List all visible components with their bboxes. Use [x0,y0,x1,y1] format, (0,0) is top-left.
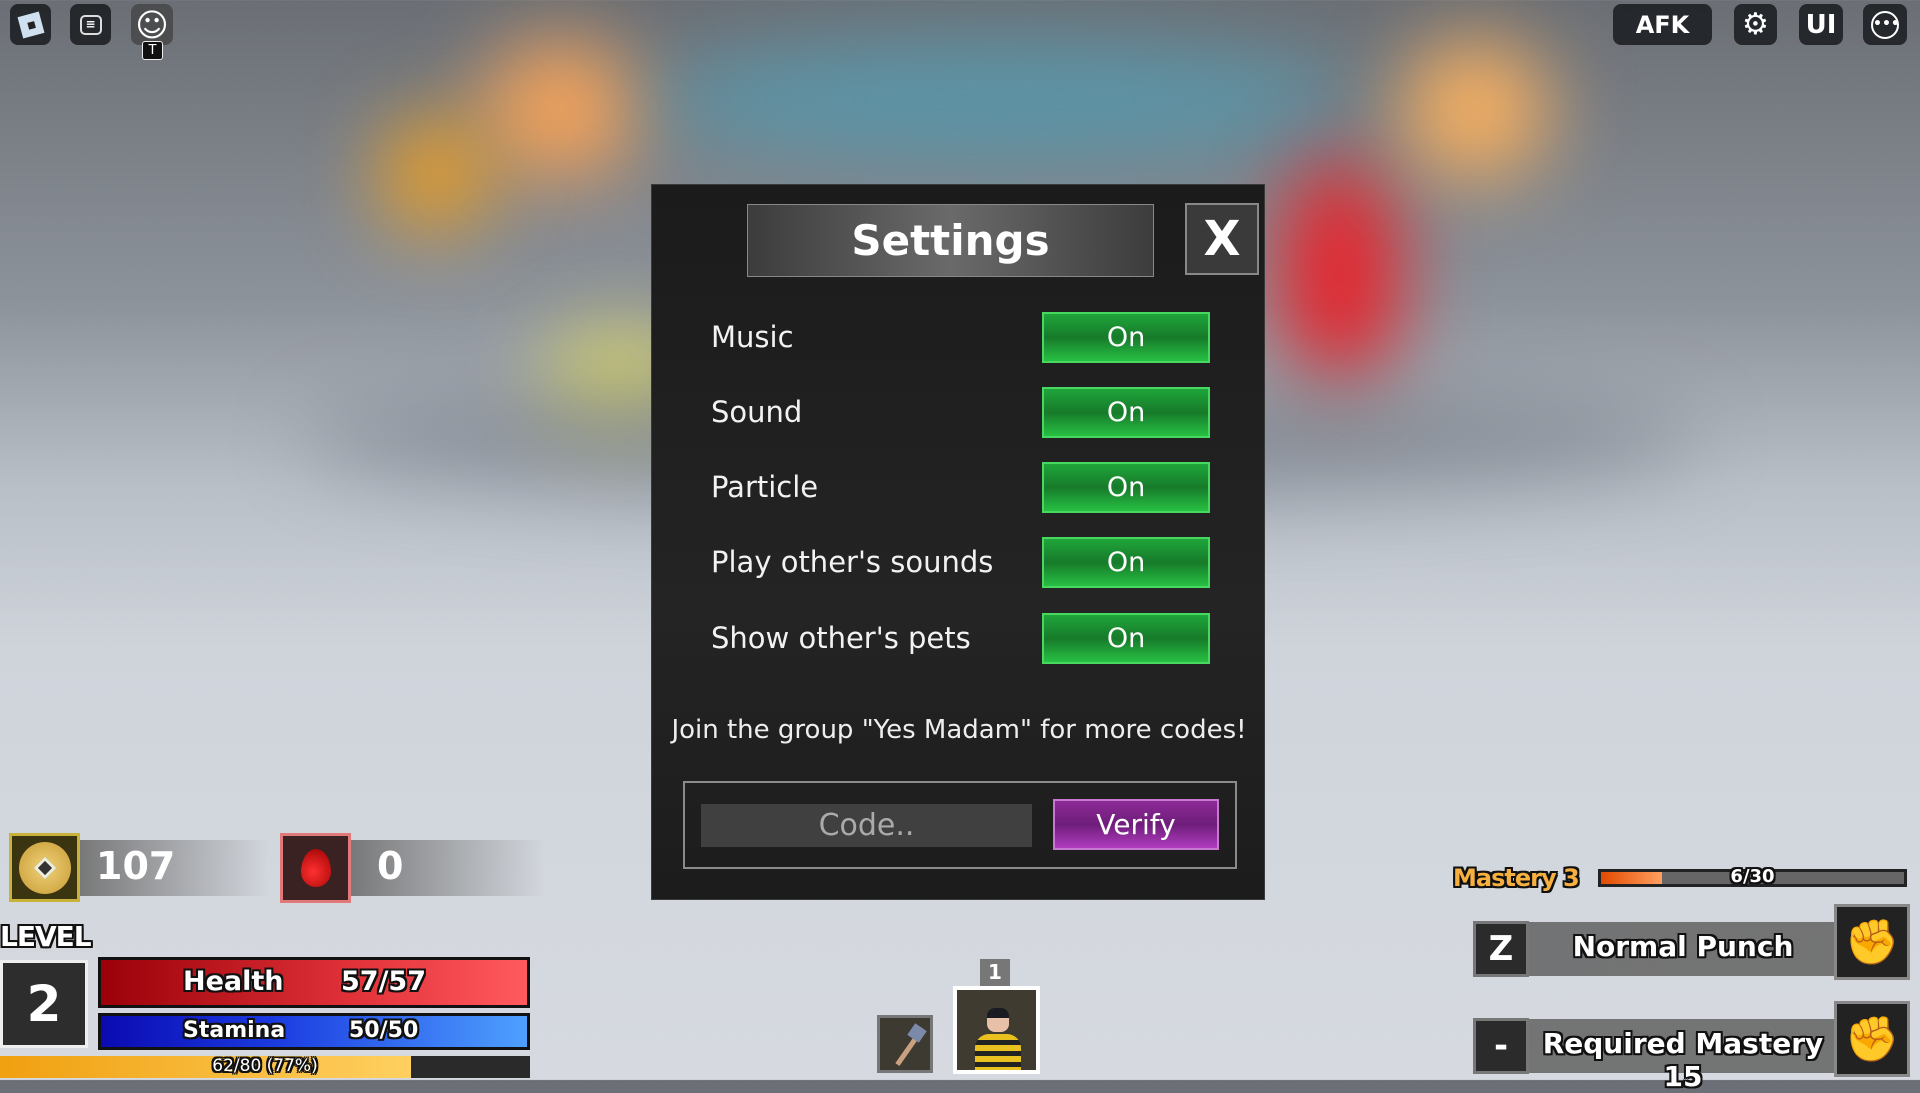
hotbar-item-axe[interactable] [877,1015,933,1073]
setting-label-other-sounds: Play other's sounds [711,545,994,579]
skill-key-2: - [1473,1018,1529,1074]
setting-label-particle: Particle [711,470,819,504]
close-button[interactable]: X [1185,203,1259,275]
more-icon: ••• [1871,10,1900,39]
hotbar-slot-number: 1 [980,959,1010,986]
skill-slot-1[interactable]: ✊ [1834,904,1910,980]
blood-drop-icon [280,833,351,903]
gear-icon: ⚙ [1742,6,1769,42]
background-blur [380,120,490,230]
level-label: LEVEL [0,920,92,953]
chat-icon: ≡ [79,14,102,35]
coin-icon [9,833,80,902]
close-icon: X [1203,211,1241,267]
setting-label-other-pets: Show other's pets [711,621,971,655]
other-pets-toggle[interactable]: On [1042,613,1210,664]
coin-count: 107 [96,844,176,888]
roblox-menu-icon [17,11,44,38]
settings-dialog: Settings X Music On Sound On Particle On… [651,184,1265,900]
settings-button[interactable]: ⚙ [1734,4,1777,45]
level-box: 2 [0,960,88,1048]
background-blur [480,40,640,180]
fist-punch-icon: ✊ [1844,917,1900,968]
emote-hotkey-badge: T [142,41,163,60]
sound-toggle[interactable]: On [1042,387,1210,438]
health-label: Health [183,966,284,997]
music-toggle[interactable]: On [1042,312,1210,363]
skill-slot-2[interactable]: ✊ [1834,1001,1910,1077]
mastery-progress-bar: 6/30 [1598,866,1907,887]
mastery-progress-value: 6/30 [1730,866,1775,887]
health-value: 57/57 [341,966,427,997]
health-bar: Health 57/57 [98,957,530,1008]
roblox-menu-button[interactable] [10,4,51,45]
xp-value: 62/80 (77%) [212,1056,318,1076]
background-blur [1280,160,1400,390]
setting-label-music: Music [711,320,794,354]
page-title: Settings [851,216,1050,265]
emote-button[interactable]: ☺ [131,4,173,45]
more-button[interactable]: ••• [1863,4,1907,45]
code-panel: Verify [683,781,1237,869]
level-value: 2 [26,975,62,1033]
fist-combo-icon: ✊ [1844,1014,1900,1065]
background-blur [1400,40,1550,180]
settings-title-bar: Settings [747,204,1154,277]
chat-button[interactable]: ≡ [70,4,111,45]
skill-name-2[interactable]: Required Mastery 15 [1530,1027,1836,1093]
ui-toggle-button[interactable]: UI [1799,4,1843,45]
stamina-bar: Stamina 50/50 [98,1013,530,1050]
setting-label-sound: Sound [711,395,803,429]
code-input[interactable] [701,804,1032,847]
stamina-value: 50/50 [349,1018,419,1043]
skill-key-1: Z [1473,921,1529,977]
afk-button[interactable]: AFK [1613,4,1712,45]
particle-toggle[interactable]: On [1042,462,1210,513]
hotbar-slot-1[interactable] [953,986,1040,1074]
group-message: Join the group "Yes Madam" for more code… [671,715,1247,745]
emote-icon: ☺ [135,5,169,44]
mastery-label: Mastery 3 [1453,864,1580,892]
skill-name-1[interactable]: Normal Punch [1530,930,1836,963]
blood-count: 0 [377,844,404,888]
stamina-label: Stamina [183,1018,286,1043]
character-icon [987,1008,1009,1032]
other-sounds-toggle[interactable]: On [1042,537,1210,588]
xp-bar: 62/80 (77%) [0,1056,530,1078]
background-blur [650,40,1350,160]
verify-button[interactable]: Verify [1053,799,1219,850]
